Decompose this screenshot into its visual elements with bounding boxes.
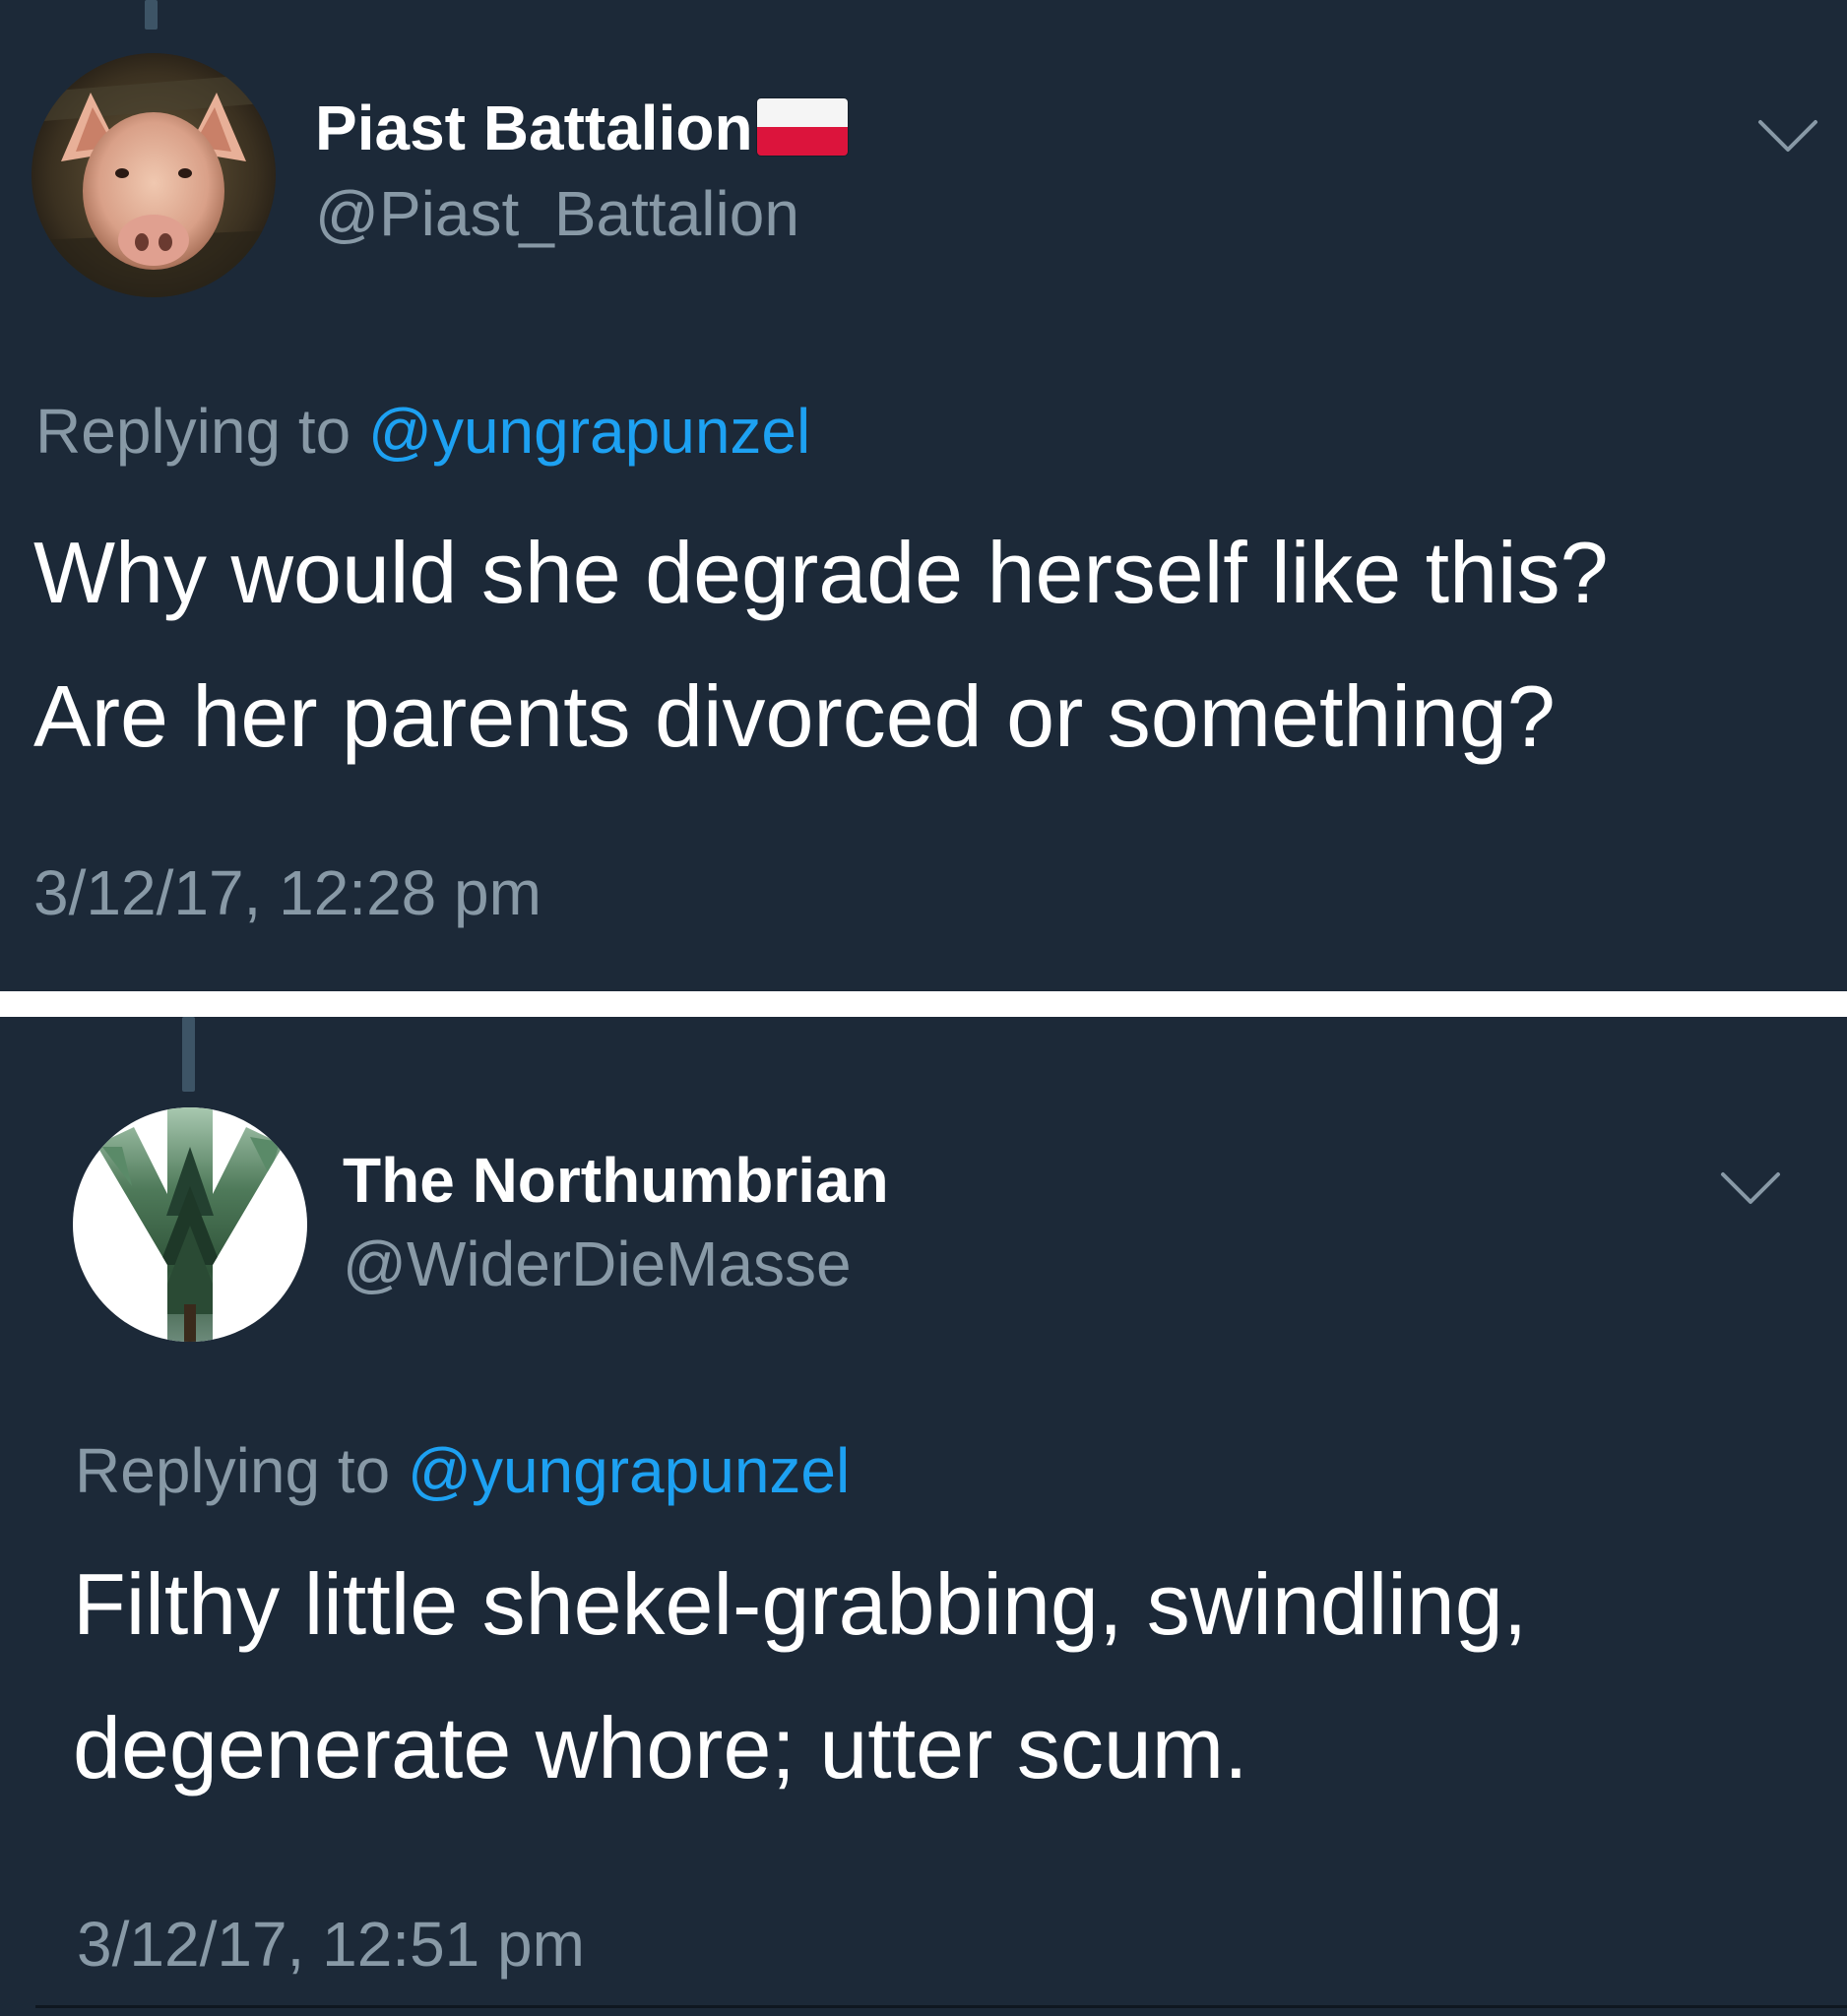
chevron-down-icon[interactable]: [1719, 1168, 1782, 1208]
tweet-body: Why would she degrade herself like this?…: [33, 501, 1609, 788]
tweet-text-line: Why would she degrade herself like this?: [33, 524, 1609, 621]
tweet-piast-battalion[interactable]: Piast Battalion @Piast_Battalion Replyin…: [0, 0, 1847, 991]
thread-connector-line: [145, 0, 158, 30]
pig-avatar-image: [32, 53, 276, 297]
user-handle[interactable]: @Piast_Battalion: [315, 182, 799, 245]
thread-connector-line: [182, 1017, 195, 1092]
replying-to-prefix: Replying to: [35, 396, 351, 467]
mention-link[interactable]: @yungrapunzel: [408, 1435, 850, 1506]
tweet-text-line: Are her parents divorced or something?: [33, 667, 1556, 765]
replying-to-prefix: Replying to: [75, 1435, 391, 1506]
tweet-body: Filthy little shekel-grabbing, swindling…: [73, 1533, 1527, 1820]
display-name[interactable]: The Northumbrian: [343, 1149, 889, 1212]
divider: [35, 2005, 1847, 2008]
replying-to-line: Replying to @yungrapunzel: [75, 1439, 850, 1502]
tweet-timestamp[interactable]: 3/12/17, 12:28 pm: [33, 861, 541, 924]
poland-flag-icon: [756, 98, 848, 157]
mention-link[interactable]: @yungrapunzel: [368, 396, 810, 467]
chevron-down-icon[interactable]: [1756, 116, 1819, 156]
pig-avatar[interactable]: [32, 53, 276, 297]
user-handle[interactable]: @WiderDieMasse: [343, 1232, 852, 1295]
display-name[interactable]: Piast Battalion: [315, 96, 848, 161]
replying-to-line: Replying to @yungrapunzel: [35, 400, 810, 463]
tweet-text-line: Filthy little shekel-grabbing, swindling…: [73, 1555, 1528, 1653]
display-name-text: Piast Battalion: [315, 93, 753, 163]
algiz-rune-forest-avatar[interactable]: [73, 1107, 307, 1342]
tweet-the-northumbrian[interactable]: The Northumbrian @WiderDieMasse Replying…: [0, 1017, 1847, 2016]
tweet-timestamp[interactable]: 3/12/17, 12:51 pm: [77, 1913, 585, 1976]
tweet-text-line: degenerate whore; utter scum.: [73, 1699, 1248, 1796]
algiz-rune-forest-avatar-image: [73, 1107, 307, 1342]
